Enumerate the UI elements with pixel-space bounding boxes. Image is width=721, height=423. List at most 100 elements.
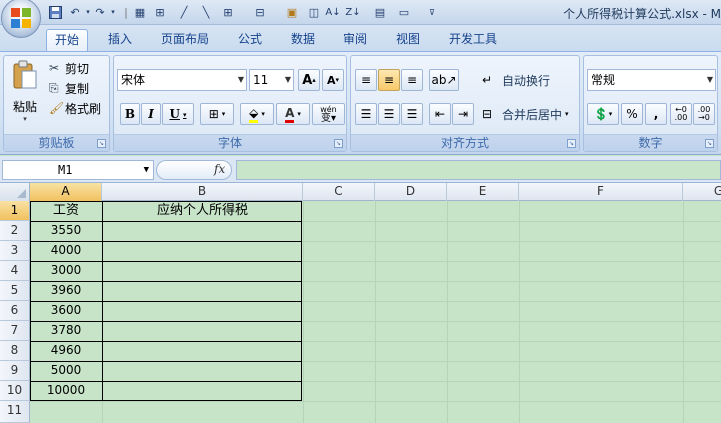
column-header-e[interactable]: E [447, 183, 519, 201]
cell-a3[interactable]: 4000 [30, 241, 102, 261]
comma-button[interactable]: , [645, 103, 667, 125]
format-icon[interactable]: ▤ [372, 4, 388, 20]
column-header-d[interactable]: D [375, 183, 447, 201]
office-logo-icon [11, 8, 32, 29]
phonetic-button[interactable]: wén 变▾ [312, 103, 345, 125]
row-header-1[interactable]: 1 [0, 201, 30, 221]
align-left-button[interactable]: ☰ [355, 103, 377, 125]
currency-icon: 💲 [593, 107, 609, 121]
sort-desc-icon[interactable]: Z↓ [345, 4, 361, 20]
format-painter-label: 格式刷 [65, 101, 102, 116]
cell-a10[interactable]: 10000 [30, 381, 102, 401]
merge-icon[interactable]: ⊟ [252, 4, 268, 20]
textbox-icon[interactable]: ▭ [396, 4, 412, 20]
tab-data[interactable]: 数据 [282, 29, 324, 52]
italic-button[interactable]: I [141, 103, 161, 125]
underline-button[interactable]: U ▾ [162, 103, 194, 125]
column-header-c[interactable]: C [303, 183, 375, 201]
percent-button[interactable]: % [621, 103, 643, 125]
font-launcher-icon[interactable]: ↘ [334, 139, 343, 148]
row-header-3[interactable]: 3 [0, 241, 30, 261]
grid-icon[interactable]: ⊞ [220, 4, 236, 20]
tab-home[interactable]: 开始 [46, 29, 88, 52]
clipboard-launcher-icon[interactable]: ↘ [97, 139, 106, 148]
column-header-b[interactable]: B [102, 183, 303, 201]
number-launcher-icon[interactable]: ↘ [705, 139, 714, 148]
row-header-6[interactable]: 6 [0, 301, 30, 321]
grow-font-button[interactable]: A ▴ [298, 69, 320, 91]
row-header-7[interactable]: 7 [0, 321, 30, 341]
bold-button[interactable]: B [120, 103, 140, 125]
column-header-a[interactable]: A [30, 183, 102, 201]
line2-icon[interactable]: ╲ [198, 4, 214, 20]
format-painter-button[interactable]: 🖌 格式刷 [48, 99, 108, 117]
currency-button[interactable]: 💲 ▾ [587, 103, 619, 125]
increase-indent-button[interactable]: ⇥ [452, 103, 474, 125]
tab-insert[interactable]: 插入 [98, 29, 142, 52]
cell-a7[interactable]: 3780 [30, 321, 102, 341]
decrease-indent-button[interactable]: ⇤ [429, 103, 451, 125]
sort-asc-icon[interactable]: A↓ [325, 4, 341, 20]
align-center-button[interactable]: ☰ [378, 103, 400, 125]
align-bottom-button[interactable]: ≡ [401, 69, 423, 91]
row-header-2[interactable]: 2 [0, 221, 30, 241]
cell-a5[interactable]: 3960 [30, 281, 102, 301]
shrink-font-button[interactable]: A ▾ [322, 69, 344, 91]
borders-button[interactable]: ⊞ ▾ [200, 103, 234, 125]
row-header-9[interactable]: 9 [0, 361, 30, 381]
cell-b1[interactable]: 应纳个人所得税 [102, 201, 303, 221]
align-right-button[interactable]: ☰ [401, 103, 423, 125]
cell-a4[interactable]: 3000 [30, 261, 102, 281]
align-middle-button[interactable]: ≡ [378, 69, 400, 91]
font-color-button[interactable]: A ▾ [276, 103, 310, 125]
tab-page-layout[interactable]: 页面布局 [152, 29, 218, 52]
insert-function-icon[interactable]: fx [214, 162, 225, 176]
fill-color-button[interactable]: ⬙ ▾ [240, 103, 274, 125]
border-icon[interactable]: ⊞ [152, 4, 168, 20]
orientation-button[interactable]: ab↗ [429, 69, 459, 91]
select-all-button[interactable] [0, 183, 30, 201]
tab-review[interactable]: 审阅 [334, 29, 376, 52]
cell-a2[interactable]: 3550 [30, 221, 102, 241]
formula-bar: M1 ▼ fx [0, 156, 721, 183]
line-icon[interactable]: ╱ [176, 4, 192, 20]
tab-developer[interactable]: 开发工具 [440, 29, 506, 52]
table-icon[interactable]: ▦ [132, 4, 148, 20]
cell-a6[interactable]: 3600 [30, 301, 102, 321]
formula-input[interactable] [236, 160, 721, 180]
print-preview-icon[interactable]: ◫ [306, 4, 322, 20]
cell-grid[interactable]: 工资 应纳个人所得税 3550 4000 3000 3960 3600 3780… [30, 201, 721, 423]
column-header-f[interactable]: F [519, 183, 683, 201]
tab-view[interactable]: 视图 [387, 29, 429, 52]
row-header-8[interactable]: 8 [0, 341, 30, 361]
customize-qat-icon[interactable]: ⊽ [424, 4, 440, 20]
row-header-11[interactable]: 11 [0, 401, 30, 423]
number-format-select[interactable]: 常规 ▼ [587, 69, 716, 91]
align-top-button[interactable]: ≡ [355, 69, 377, 91]
gridline [30, 401, 721, 402]
font-size-select[interactable]: 11 ▼ [249, 69, 294, 91]
copy-button[interactable]: ⎘ 复制 [48, 79, 106, 97]
cell-a1[interactable]: 工资 [30, 201, 102, 221]
alignment-launcher-icon[interactable]: ↘ [567, 139, 576, 148]
chevron-down-icon: ▾ [297, 110, 301, 118]
save-icon[interactable] [47, 4, 63, 20]
wrap-text-button[interactable]: ↵ 自动换行 [481, 69, 577, 91]
merge-center-button[interactable]: ⊟ 合并后居中 ▾ [481, 103, 577, 125]
column-header-g[interactable]: G [683, 183, 721, 201]
shrink-font-label: A [326, 73, 336, 87]
cut-button[interactable]: ✂ 剪切 [48, 59, 106, 77]
decrease-decimal-button[interactable]: .00 →0 [693, 103, 715, 125]
tab-formulas[interactable]: 公式 [229, 29, 271, 52]
paste-icon[interactable]: ▣ [284, 4, 300, 20]
row-header-4[interactable]: 4 [0, 261, 30, 281]
row-header-5[interactable]: 5 [0, 281, 30, 301]
row-header-10[interactable]: 10 [0, 381, 30, 401]
font-name-select[interactable]: 宋体 ▼ [117, 69, 247, 91]
increase-decimal-button[interactable]: ←0.00 [670, 103, 692, 125]
paste-button[interactable]: 粘贴 ▾ [7, 59, 43, 129]
name-box[interactable]: M1 ▼ [2, 160, 154, 180]
cell-a8[interactable]: 4960 [30, 341, 102, 361]
cell-a9[interactable]: 5000 [30, 361, 102, 381]
excel-window: ↶ ▾ ↷ ▾ | ▦ ⊞ ╱ ╲ ⊞ ⊟ ▣ ◫ A↓ Z↓ ▤ ▭ ⊽ 个人… [0, 0, 721, 423]
